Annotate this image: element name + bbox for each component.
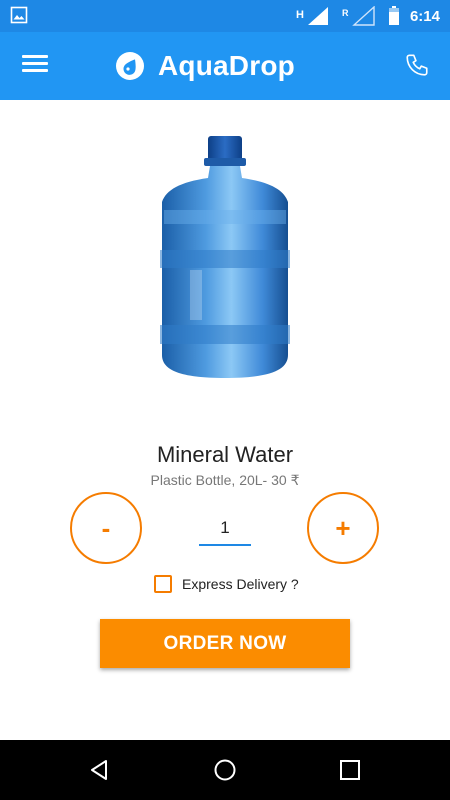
express-delivery-label: Express Delivery ? xyxy=(182,576,299,592)
phone-icon[interactable] xyxy=(404,52,430,78)
increment-button[interactable]: + xyxy=(307,492,379,564)
brand: AquaDrop xyxy=(116,48,295,84)
product-name: Mineral Water xyxy=(156,442,294,467)
decrement-button[interactable]: - xyxy=(70,492,142,564)
image-icon xyxy=(10,6,28,24)
hamburger-menu-icon[interactable] xyxy=(22,52,48,78)
status-time: 6:14 xyxy=(409,7,440,25)
quantity-input[interactable] xyxy=(199,512,251,546)
product-description: Plastic Bottle, 20L- 30 ₹ xyxy=(150,472,300,488)
svg-text:R: R xyxy=(342,8,349,18)
app-title: AquaDrop xyxy=(158,50,295,81)
status-icons: H R 6:14 xyxy=(296,0,440,32)
signal-r-icon: R xyxy=(342,6,375,26)
signal-h-icon: H xyxy=(296,7,328,25)
svg-text:H: H xyxy=(296,9,304,21)
water-drop-logo-icon xyxy=(116,52,144,80)
home-icon[interactable] xyxy=(212,757,238,783)
water-bottle-image xyxy=(160,136,290,378)
quantity-field-wrapper xyxy=(199,512,251,546)
order-now-button[interactable]: ORDER NOW xyxy=(100,619,350,668)
express-delivery-option[interactable]: Express Delivery ? xyxy=(154,575,299,593)
recents-icon[interactable] xyxy=(337,757,363,783)
express-delivery-checkbox[interactable] xyxy=(154,575,172,593)
back-icon[interactable] xyxy=(87,757,113,783)
system-nav-bar xyxy=(0,740,450,800)
status-bar: H R 6:14 xyxy=(0,0,450,32)
app-bar: AquaDrop xyxy=(0,32,450,100)
battery-icon xyxy=(388,6,399,25)
